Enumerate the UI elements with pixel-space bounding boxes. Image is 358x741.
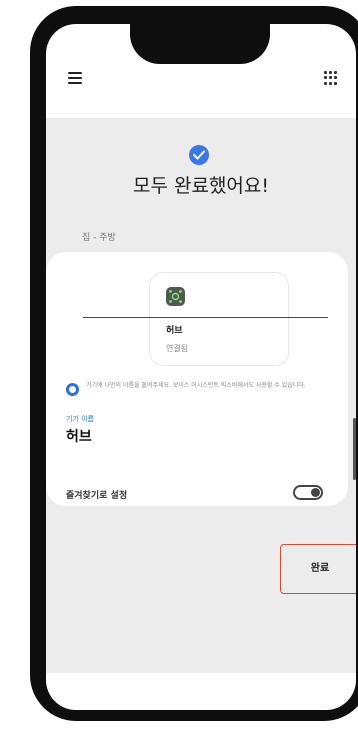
device-status: 연결됨 [166, 344, 189, 353]
bixby-icon [66, 383, 79, 396]
info-text: 기기에 나만의 이름을 붙여주세요. 보이스 어시스턴트 빅스비에서도 사용할 … [86, 382, 306, 389]
device-name: 허브 [166, 326, 183, 336]
phone-notch [130, 24, 270, 64]
scrollbar[interactable] [353, 418, 356, 480]
input-underline [83, 317, 328, 318]
device-card: 허브 연결됨 기기에 나만의 이름을 붙여주세요. 보이스 어시스턴트 빅스비에… [46, 252, 348, 506]
check-icon [189, 145, 209, 165]
hamburger-menu-icon[interactable] [68, 72, 82, 84]
favorite-toggle[interactable] [293, 485, 323, 500]
apps-grid-icon[interactable] [324, 71, 338, 85]
device-tile[interactable]: 허브 연결됨 [149, 272, 289, 366]
page-title: 모두 완료했어요! [132, 175, 270, 197]
device-name-field-label: 기기 이름 [66, 415, 94, 423]
hub-icon [166, 287, 185, 306]
location-label: 집 - 주방 [82, 233, 116, 243]
phone-screen: 모두 완료했어요! 집 - 주방 허브 연결됨 기기에 나만의 이름을 붙여주세… [46, 24, 356, 710]
phone-frame: 모두 완료했어요! 집 - 주방 허브 연결됨 기기에 나만의 이름을 붙여주세… [30, 6, 358, 721]
device-name-input[interactable]: 허브 [66, 426, 92, 446]
toggle-knob [311, 488, 320, 497]
favorite-label: 즐겨찾기로 설정 [66, 491, 128, 501]
done-button[interactable]: 완료 [280, 544, 356, 594]
